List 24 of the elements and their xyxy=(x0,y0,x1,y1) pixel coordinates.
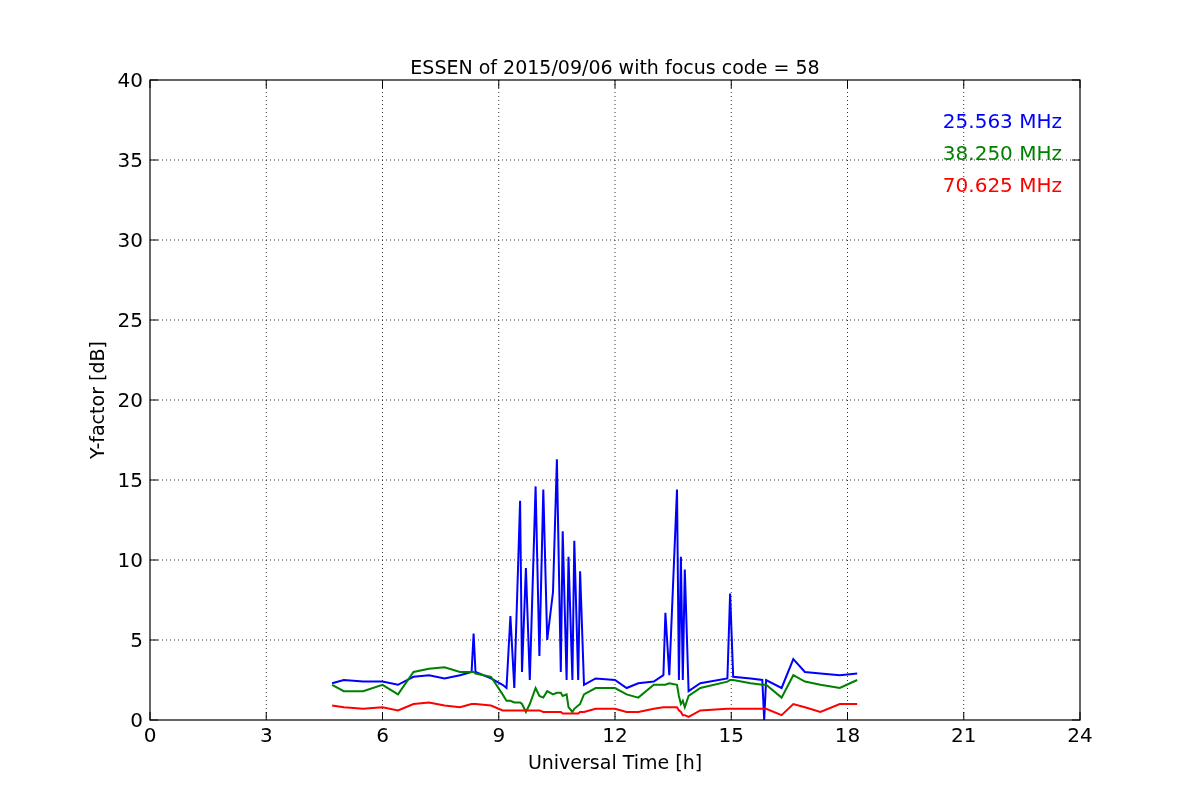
y-tick-label: 0 xyxy=(130,708,143,732)
y-tick-label: 15 xyxy=(117,468,143,492)
x-tick-label: 6 xyxy=(376,723,389,747)
chart-title: ESSEN of 2015/09/06 with focus code = 58 xyxy=(410,56,820,78)
x-tick-label: 9 xyxy=(492,723,506,747)
y-tick-label: 35 xyxy=(117,148,143,172)
legend-label: 38.250 MHz xyxy=(942,141,1062,165)
x-tick-label: 0 xyxy=(143,723,157,747)
x-axis-label: Universal Time [h] xyxy=(527,751,703,773)
x-tick-label: 12 xyxy=(602,723,628,747)
x-tick-label: 21 xyxy=(951,723,977,747)
y-tick-label: 5 xyxy=(130,628,143,652)
x-tick-label: 24 xyxy=(1067,723,1093,747)
legend-label: 25.563 MHz xyxy=(942,109,1062,133)
y-tick-label: 25 xyxy=(117,308,143,332)
y-axis-label: Y-factor [dB] xyxy=(86,341,108,459)
y-tick-label: 40 xyxy=(117,68,143,92)
x-tick-label: 3 xyxy=(259,723,273,747)
y-tick-label: 20 xyxy=(117,388,143,412)
x-tick-label: 18 xyxy=(834,723,861,747)
y-tick-label: 10 xyxy=(117,548,143,572)
x-tick-label: 15 xyxy=(718,723,744,747)
y-tick-label: 30 xyxy=(117,228,143,252)
legend-label: 70.625 MHz xyxy=(942,173,1062,197)
